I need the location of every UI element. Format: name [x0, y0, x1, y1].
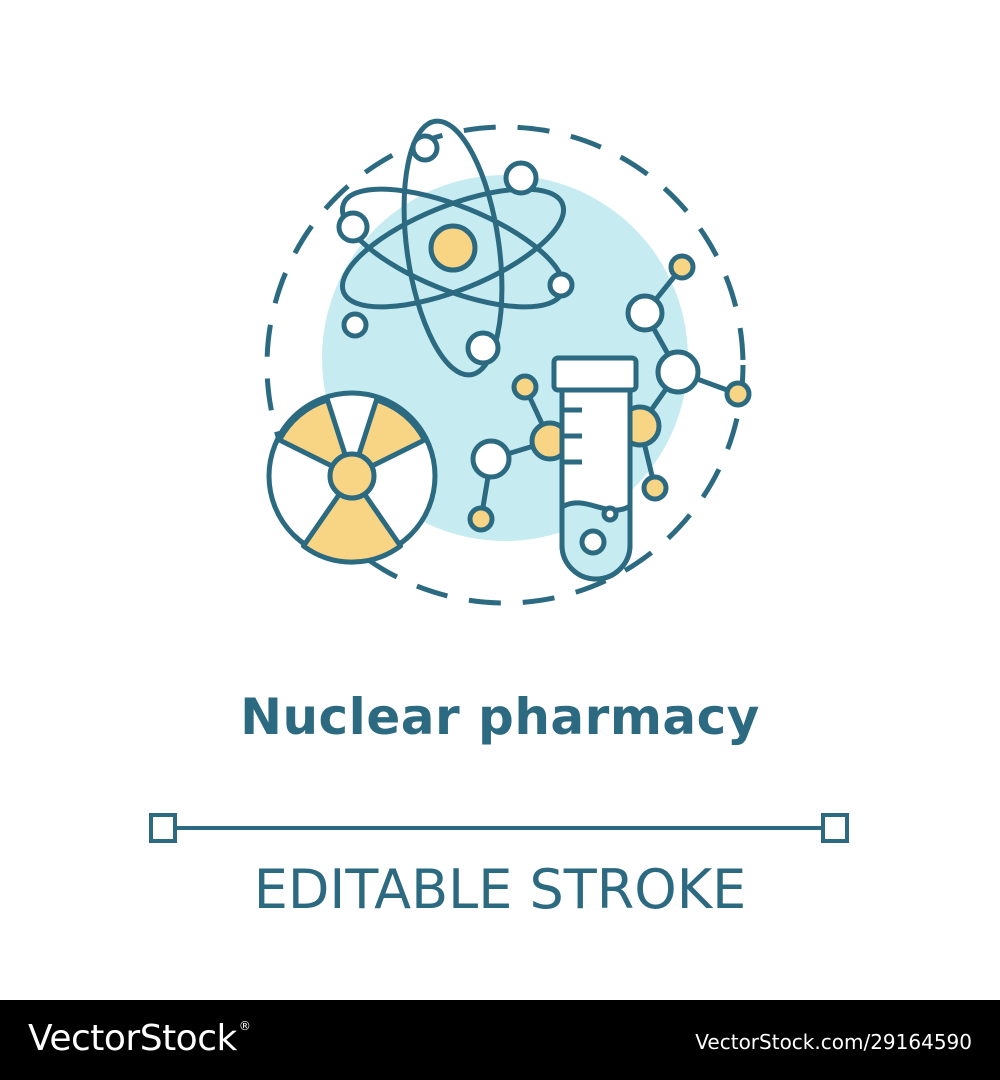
footer-bar: VectorStock ® VectorStock.com/29164590 [0, 1000, 1000, 1080]
footer-image-id: VectorStock.com/29164590 [695, 1030, 972, 1054]
divider-handle-left [149, 813, 177, 843]
footer-logo-mark: ® [238, 1019, 251, 1033]
footer-logo-text: VectorStock [28, 1018, 237, 1059]
page-title: Nuclear pharmacy [240, 688, 760, 746]
radiation-icon [266, 390, 438, 565]
subtitle: EDITABLE STROKE [253, 858, 747, 921]
test-tube-icon [551, 355, 639, 582]
divider-handle-right [821, 813, 849, 843]
nuclear-pharmacy-illustration [264, 118, 752, 606]
divider-line [149, 813, 849, 843]
footer-logo: VectorStock ® [28, 1018, 251, 1059]
